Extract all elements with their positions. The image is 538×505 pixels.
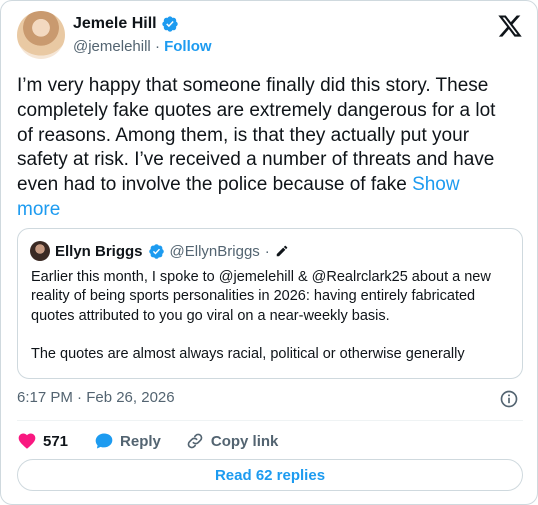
quoted-author-avatar — [30, 241, 50, 261]
post-text: I’m very happy that someone finally did … — [17, 74, 497, 223]
reply-label: Reply — [120, 432, 161, 450]
author-avatar[interactable] — [17, 11, 65, 59]
verified-icon — [148, 243, 164, 259]
quoted-post[interactable]: Ellyn Briggs @EllynBriggs · Earlier this… — [17, 228, 523, 379]
quoted-author-name: Ellyn Briggs — [55, 242, 143, 260]
link-icon — [187, 433, 203, 449]
quoted-author-handle: @EllynBriggs — [169, 242, 260, 260]
like-button[interactable]: 571 — [17, 431, 68, 451]
info-icon[interactable] — [499, 389, 519, 409]
post-timestamp[interactable]: 6:17 PM · Feb 26, 2026 — [17, 389, 175, 406]
quoted-post-header: Ellyn Briggs @EllynBriggs · — [30, 241, 289, 261]
reply-button[interactable]: Reply — [94, 431, 161, 451]
x-logo-icon[interactable] — [497, 13, 523, 39]
quoted-paragraph: The quotes are almost always racial, pol… — [31, 346, 465, 363]
separator-dot: · — [264, 242, 270, 260]
verified-icon — [161, 16, 178, 32]
follow-button[interactable]: Follow — [164, 38, 212, 55]
embedded-post: Jemele Hill @jemelehill · Follow I’m ver… — [0, 0, 538, 505]
post-header: Jemele Hill @jemelehill · Follow — [17, 11, 523, 59]
edit-icon — [276, 245, 288, 257]
quoted-post-text: Earlier this month, I spoke to @jemelehi… — [31, 268, 511, 384]
separator-dot: · — [154, 38, 160, 55]
like-count: 571 — [43, 432, 69, 450]
author-name[interactable]: Jemele Hill — [73, 15, 157, 33]
action-bar: 571 Reply Copy link — [17, 429, 278, 453]
author-name-row[interactable]: Jemele Hill — [73, 15, 179, 33]
heart-icon — [18, 433, 36, 449]
reply-icon — [95, 433, 113, 449]
author-handle-line: @jemelehill · Follow — [73, 38, 212, 55]
divider — [17, 420, 523, 421]
read-replies-button[interactable]: Read 62 replies — [17, 459, 523, 491]
author-handle[interactable]: @jemelehill — [73, 38, 151, 55]
copy-link-button[interactable]: Copy link — [185, 431, 279, 451]
quoted-paragraph: Earlier this month, I spoke to @jemelehi… — [31, 269, 491, 324]
copy-link-label: Copy link — [210, 432, 279, 450]
